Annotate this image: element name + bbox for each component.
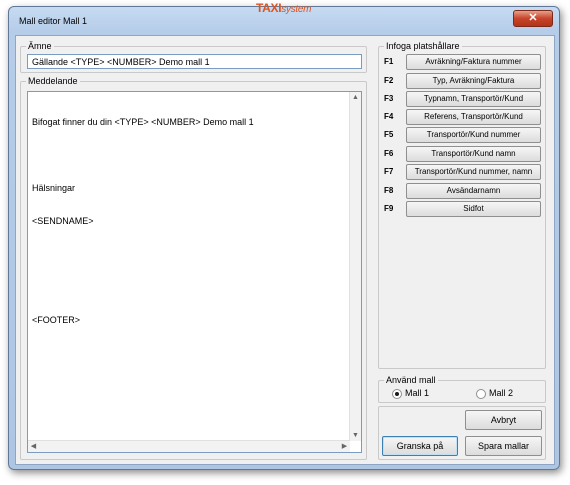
placeholder-row: F5 Transportör/Kund nummer: [382, 127, 541, 143]
message-line: [32, 150, 357, 161]
radio-selected-icon: [392, 389, 402, 399]
horizontal-scrollbar[interactable]: ◀ ▶: [28, 440, 350, 452]
brand-sub: system: [281, 4, 312, 15]
use-template-legend: Använd mall: [386, 375, 436, 385]
close-button[interactable]: ✕: [513, 10, 553, 27]
vertical-scrollbar[interactable]: ▲ ▼: [349, 92, 361, 441]
placeholder-button[interactable]: Avräkning/Faktura nummer: [406, 54, 541, 70]
message-line: Bifogat finner du din <TYPE> <NUMBER> De…: [32, 117, 254, 127]
window-title: Mall editor Mall 1: [19, 16, 88, 26]
radio-unselected-icon: [476, 389, 486, 399]
placeholder-key: F9: [384, 204, 394, 213]
placeholder-button[interactable]: Typnamn, Transportör/Kund: [406, 91, 541, 107]
message-line: <SENDNAME>: [32, 216, 94, 226]
message-line: Hälsningar: [32, 183, 76, 193]
placeholder-button[interactable]: Sidfot: [406, 201, 541, 217]
placeholder-button[interactable]: Referens, Transportör/Kund: [406, 109, 541, 125]
placeholder-key: F5: [384, 130, 394, 139]
radio-label: Mall 1: [405, 388, 430, 398]
placeholder-button[interactable]: Transportör/Kund nummer, namn: [406, 164, 541, 180]
client-area: Ämne Gällande <TYPE> <NUMBER> Demo mall …: [15, 35, 555, 465]
template-radio-group: Mall 1 Mall 2: [392, 388, 532, 400]
placeholder-button[interactable]: Transportör/Kund nummer: [406, 127, 541, 143]
placeholder-button[interactable]: Transportör/Kund namn: [406, 146, 541, 162]
placeholders-legend: Infoga platshållare: [386, 41, 460, 51]
dialog-window: Mall editor Mall 1 TAXIsystem ✕ Ämne Gäl…: [8, 1, 560, 470]
message-line: [32, 282, 357, 293]
scroll-right-icon[interactable]: ▶: [339, 441, 350, 452]
placeholder-key: F3: [384, 94, 394, 103]
message-legend: Meddelande: [28, 76, 78, 86]
placeholder-key: F2: [384, 76, 394, 85]
placeholder-row: F2 Typ, Avräkning/Faktura: [382, 73, 541, 89]
placeholder-key: F1: [384, 57, 394, 66]
cancel-button[interactable]: Avbryt: [465, 410, 542, 430]
placeholder-key: F7: [384, 167, 394, 176]
placeholder-row: F9 Sidfot: [382, 201, 541, 217]
radio-label: Mall 2: [489, 388, 514, 398]
placeholder-button[interactable]: Avsändarnamn: [406, 183, 541, 199]
placeholder-row: F1 Avräkning/Faktura nummer: [382, 54, 541, 70]
save-templates-button[interactable]: Spara mallar: [465, 436, 542, 456]
preview-button[interactable]: Granska på: [382, 436, 458, 456]
subject-legend: Ämne: [28, 41, 52, 51]
scroll-up-icon[interactable]: ▲: [350, 92, 361, 103]
placeholder-key: F4: [384, 112, 394, 121]
placeholder-row: F4 Referens, Transportör/Kund: [382, 109, 541, 125]
brand-logo: TAXIsystem: [256, 1, 311, 15]
placeholder-row: F7 Transportör/Kund nummer, namn: [382, 164, 541, 180]
scroll-down-icon[interactable]: ▼: [350, 430, 361, 441]
title-bar[interactable]: Mall editor Mall 1 TAXIsystem ✕: [9, 1, 559, 33]
close-icon: ✕: [528, 12, 538, 24]
placeholder-row: F3 Typnamn, Transportör/Kund: [382, 91, 541, 107]
subject-input[interactable]: Gällande <TYPE> <NUMBER> Demo mall 1: [27, 54, 362, 69]
message-textarea[interactable]: Bifogat finner du din <TYPE> <NUMBER> De…: [27, 91, 362, 453]
placeholder-key: F8: [384, 186, 394, 195]
placeholder-key: F6: [384, 149, 394, 158]
placeholder-row: F6 Transportör/Kund namn: [382, 146, 541, 162]
placeholder-row: F8 Avsändarnamn: [382, 183, 541, 199]
brand-main: TAXI: [256, 1, 282, 15]
placeholder-button[interactable]: Typ, Avräkning/Faktura: [406, 73, 541, 89]
message-line: [32, 249, 357, 260]
message-line: <FOOTER>: [32, 315, 81, 325]
scroll-left-icon[interactable]: ◀: [28, 441, 39, 452]
